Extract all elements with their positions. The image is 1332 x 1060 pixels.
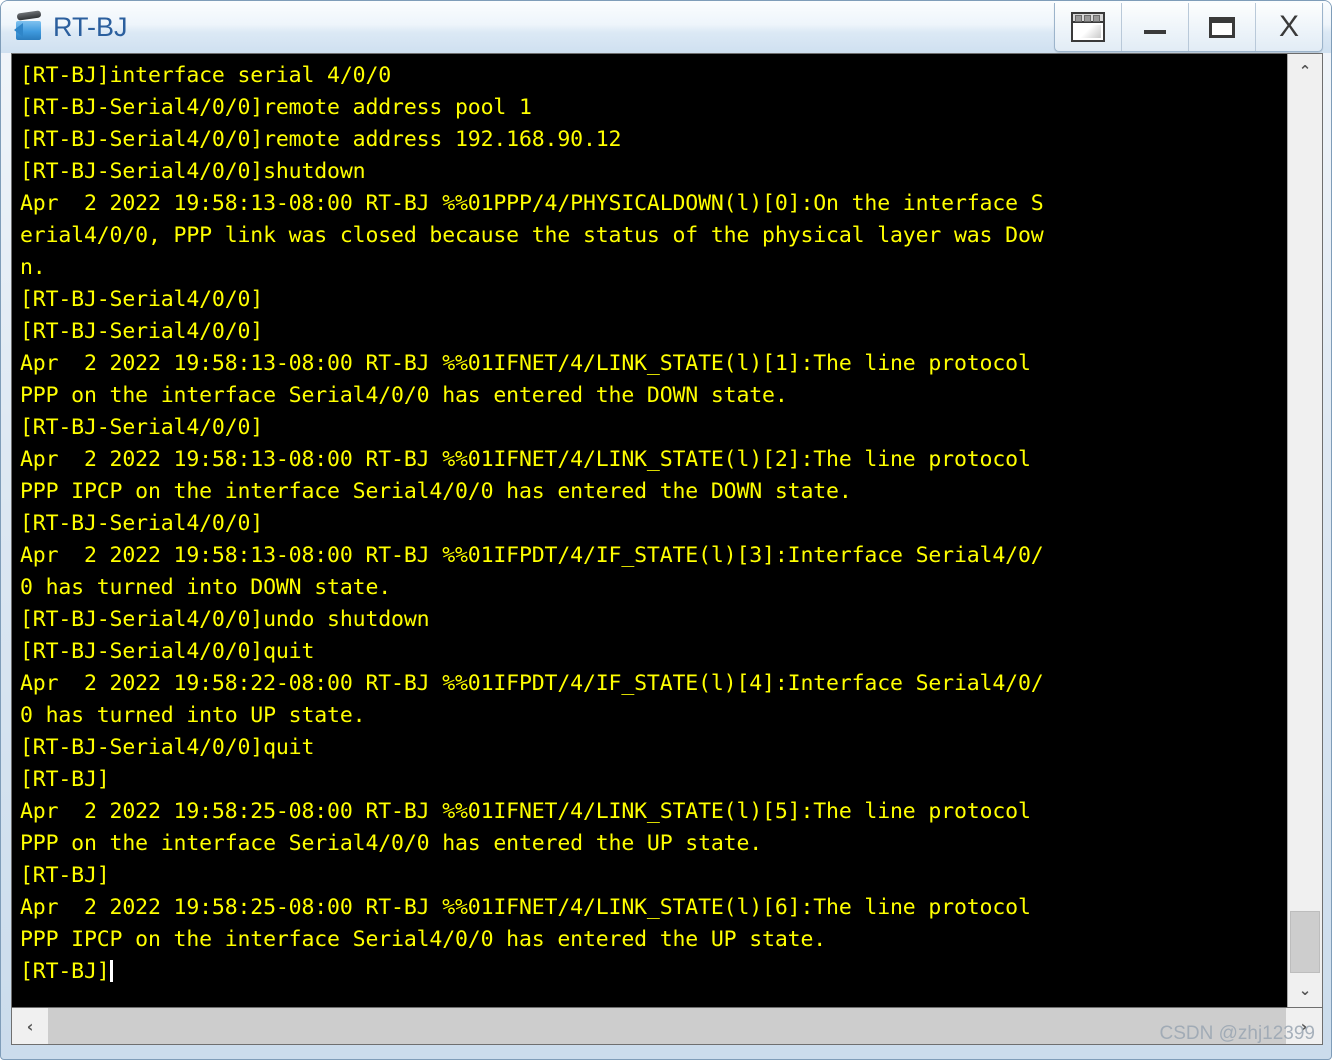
scroll-up-arrow-icon[interactable]: ⌃	[1288, 54, 1322, 88]
vertical-scroll-thumb[interactable]	[1290, 911, 1320, 973]
terminal-output: [RT-BJ]interface serial 4/0/0 [RT-BJ-Seri…	[20, 60, 1287, 988]
terminal-line: PPP IPCP on the interface Serial4/0/0 ha…	[20, 479, 852, 504]
minimize-icon	[1144, 30, 1166, 34]
terminal-body: [RT-BJ]interface serial 4/0/0 [RT-BJ-Seri…	[11, 53, 1323, 1007]
terminal-line: PPP on the interface Serial4/0/0 has ent…	[20, 383, 788, 408]
restore-window-button[interactable]	[1055, 3, 1122, 51]
scroll-down-arrow-icon[interactable]: ⌄	[1288, 973, 1322, 1007]
terminal-line: n.	[20, 255, 46, 280]
vertical-scrollbar[interactable]: ⌃ ⌄	[1287, 54, 1322, 1007]
terminal-line: [RT-BJ]interface serial 4/0/0	[20, 63, 392, 88]
terminal-line: Apr 2 2022 19:58:25-08:00 RT-BJ %%01IFNE…	[20, 799, 1044, 824]
terminal-line: [RT-BJ-Serial4/0/0]remote address 192.16…	[20, 127, 622, 152]
scroll-right-arrow-icon[interactable]: ›	[1286, 1008, 1322, 1044]
terminal-prompt-line: [RT-BJ]	[20, 956, 1287, 988]
horizontal-scrollbar[interactable]: ‹ ›	[11, 1007, 1323, 1045]
terminal-screen[interactable]: [RT-BJ]interface serial 4/0/0 [RT-BJ-Seri…	[12, 54, 1287, 1007]
terminal-area: [RT-BJ]interface serial 4/0/0 [RT-BJ-Seri…	[11, 53, 1323, 1059]
minimize-button[interactable]	[1122, 3, 1189, 51]
router-icon	[13, 10, 47, 44]
window-bottom-padding	[11, 1045, 1323, 1059]
horizontal-scroll-track[interactable]	[48, 1008, 1286, 1044]
terminal-line: PPP IPCP on the interface Serial4/0/0 ha…	[20, 927, 827, 952]
vertical-scroll-track[interactable]	[1288, 88, 1322, 973]
terminal-line: [RT-BJ-Serial4/0/0]	[20, 415, 264, 440]
terminal-line: [RT-BJ-Serial4/0/0]quit	[20, 735, 315, 760]
terminal-line: erial4/0/0, PPP link was closed because …	[20, 223, 1044, 248]
window-title: RT-BJ	[53, 11, 128, 42]
terminal-line: 0 has turned into UP state.	[20, 703, 366, 728]
terminal-line: [RT-BJ]	[20, 767, 110, 792]
terminal-line: [RT-BJ-Serial4/0/0]remote address pool 1	[20, 95, 532, 120]
window-titlebar[interactable]: RT-BJ X	[1, 1, 1331, 53]
terminal-line: [RT-BJ-Serial4/0/0]shutdown	[20, 159, 366, 184]
close-button[interactable]: X	[1256, 3, 1322, 51]
terminal-line: [RT-BJ-Serial4/0/0]	[20, 511, 264, 536]
window-restore-icon	[1071, 12, 1105, 42]
terminal-line: Apr 2 2022 19:58:22-08:00 RT-BJ %%01IFPD…	[20, 671, 1044, 696]
terminal-line: 0 has turned into DOWN state.	[20, 575, 392, 600]
close-icon: X	[1278, 10, 1299, 43]
terminal-line: Apr 2 2022 19:58:13-08:00 RT-BJ %%01IFPD…	[20, 543, 1044, 568]
terminal-line: [RT-BJ-Serial4/0/0]	[20, 287, 264, 312]
text-cursor	[109, 960, 113, 982]
terminal-prompt-text: [RT-BJ]	[20, 959, 110, 984]
terminal-line: PPP on the interface Serial4/0/0 has ent…	[20, 831, 763, 856]
scroll-left-arrow-icon[interactable]: ‹	[12, 1008, 48, 1044]
terminal-line: Apr 2 2022 19:58:13-08:00 RT-BJ %%01PPP/…	[20, 191, 1044, 216]
terminal-line: [RT-BJ-Serial4/0/0]quit	[20, 639, 315, 664]
window-controls: X	[1054, 3, 1323, 52]
terminal-line: Apr 2 2022 19:58:13-08:00 RT-BJ %%01IFNE…	[20, 447, 1044, 472]
maximize-button[interactable]	[1189, 3, 1256, 51]
terminal-line: [RT-BJ-Serial4/0/0]undo shutdown	[20, 607, 430, 632]
terminal-window: RT-BJ X [RT-BJ]interface serial 4/0/0 [RT…	[0, 0, 1332, 1060]
terminal-line: [RT-BJ]	[20, 863, 110, 888]
terminal-line: [RT-BJ-Serial4/0/0]	[20, 319, 264, 344]
maximize-icon	[1209, 16, 1235, 38]
terminal-line: Apr 2 2022 19:58:25-08:00 RT-BJ %%01IFNE…	[20, 895, 1044, 920]
terminal-line: Apr 2 2022 19:58:13-08:00 RT-BJ %%01IFNE…	[20, 351, 1044, 376]
